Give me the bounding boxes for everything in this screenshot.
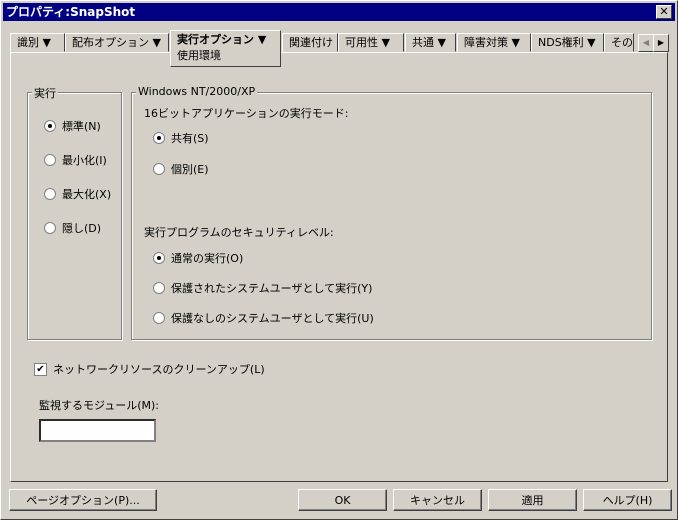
apply-button[interactable]: 適用 [488, 489, 577, 511]
tab-common[interactable]: 共通 ▼ [405, 33, 456, 52]
radio-indicator [44, 154, 56, 166]
tab-distribution-options[interactable]: 配布オプション ▼ [65, 33, 169, 52]
radio-indicator [153, 163, 165, 175]
radio-label: 個別(E) [171, 163, 209, 176]
mode-label: 16ビットアプリケーションの実行モード: [144, 107, 349, 120]
checkbox-indicator: ✔ [34, 362, 47, 376]
radio-label: 隠し(D) [62, 222, 102, 235]
module-label: 監視するモジュール(M): [39, 399, 160, 412]
radio-indicator [44, 222, 56, 234]
nt-group-title: Windows NT/2000/XP [136, 85, 258, 98]
help-button[interactable]: ヘルプ(H) [583, 489, 672, 511]
radio-label: 最小化(I) [62, 154, 107, 167]
tab-subpage-environment[interactable]: 使用環境 [177, 49, 274, 63]
page-options-button[interactable]: ページオプション(P)... [9, 489, 157, 511]
security-label: 実行プログラムのセキュリティレベル: [144, 226, 334, 239]
radio-maximized[interactable]: 最大化(X) [44, 186, 111, 202]
radio-hidden[interactable]: 隠し(D) [44, 220, 101, 236]
cleanup-checkbox[interactable]: ✔ ネットワークリソースのクリーンアップ(L) [34, 361, 265, 377]
tab-scroll-right-button[interactable]: ▶ [653, 34, 669, 52]
radio-minimized[interactable]: 最小化(I) [44, 152, 107, 168]
radio-unsecure-system-user[interactable]: 保護なしのシステムユーザとして実行(U) [153, 310, 374, 326]
close-button[interactable]: ✕ [656, 5, 672, 19]
tab-associations[interactable]: 関連付け [282, 33, 338, 52]
radio-separate[interactable]: 個別(E) [153, 161, 209, 177]
radio-indicator [153, 252, 165, 264]
radio-secure-system-user[interactable]: 保護されたシステムユーザとして実行(Y) [153, 280, 372, 296]
radio-label: 通常の実行(O) [171, 252, 244, 265]
module-input[interactable] [39, 419, 156, 442]
radio-label: 標準(N) [62, 120, 101, 133]
radio-indicator [153, 282, 165, 294]
title-bar: プロパティ:SnapShot ✕ [3, 3, 675, 21]
radio-shared[interactable]: 共有(S) [153, 130, 209, 146]
radio-label: 保護されたシステムユーザとして実行(Y) [171, 282, 373, 295]
radio-indicator [153, 312, 165, 324]
checkbox-label: ネットワークリソースのクリーンアップ(L) [53, 363, 265, 376]
tab-fault-tolerance[interactable]: 障害対策 ▼ [457, 33, 531, 52]
radio-indicator [153, 132, 165, 144]
radio-label: 保護なしのシステムユーザとして実行(U) [171, 312, 374, 325]
nt-group: Windows NT/2000/XP [131, 85, 652, 340]
run-group-title: 実行 [32, 85, 58, 101]
ok-button[interactable]: OK [298, 489, 387, 511]
tab-nds-rights[interactable]: NDS権利 ▼ [531, 33, 604, 52]
radio-label: 共有(S) [171, 132, 209, 145]
radio-indicator [44, 120, 56, 132]
tab-run-options-label: 実行オプション ▼ [177, 33, 267, 46]
radio-normal[interactable]: 標準(N) [44, 118, 101, 134]
tab-other[interactable]: その [604, 33, 634, 52]
radio-normal-run[interactable]: 通常の実行(O) [153, 250, 243, 266]
radio-label: 最大化(X) [62, 188, 112, 201]
window-title: プロパティ:SnapShot [6, 5, 136, 19]
tab-identification[interactable]: 識別 ▼ [10, 33, 65, 52]
tab-scroll-left-button[interactable]: ◀ [638, 34, 654, 52]
tab-availability[interactable]: 可用性 ▼ [338, 33, 404, 52]
tab-run-options[interactable]: 実行オプション ▼ 使用環境 [170, 30, 281, 67]
radio-indicator [44, 188, 56, 200]
cancel-button[interactable]: キャンセル [393, 489, 482, 511]
